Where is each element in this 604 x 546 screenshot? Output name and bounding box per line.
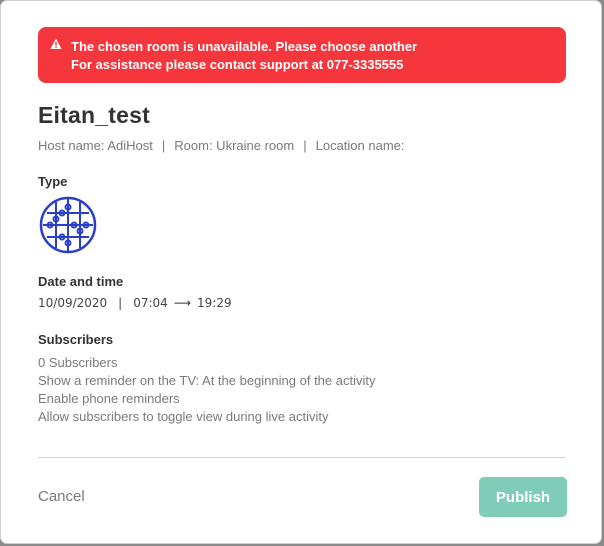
alert-message: The chosen room is unavailable. Please c… <box>71 39 418 54</box>
footer-divider <box>38 457 566 458</box>
activity-meta: Host name: AdiHost | Room: Ukraine room | Lo… <box>38 138 405 153</box>
room-name: Room: Ukraine room <box>174 138 295 153</box>
tv-reminder-setting: Show a reminder on the TV: At the beginn… <box>38 373 376 388</box>
meta-separator: | <box>303 138 307 153</box>
end-time: 19:29 <box>197 296 232 310</box>
phone-reminders-setting: Enable phone reminders <box>38 391 180 406</box>
alert-support-message: For assistance please contact support at… <box>71 57 404 72</box>
puzzle-globe-icon <box>39 196 97 254</box>
toggle-view-setting: Allow subscribers to toggle view during … <box>38 409 329 424</box>
warning-icon <box>50 38 62 49</box>
activity-summary-dialog: The chosen room is unavailable. Please c… <box>1 1 601 543</box>
date-time-value: 10/09/2020 | 07:04 ⟶ 19:29 <box>38 296 232 310</box>
meta-separator: | <box>161 138 166 153</box>
subscriber-count: 0 Subscribers <box>38 355 118 370</box>
activity-title: Eitan_test <box>38 102 150 128</box>
subscribers-details: 0 Subscribers Show a reminder on the TV:… <box>38 354 375 426</box>
error-alert: The chosen room is unavailable. Please c… <box>38 27 566 83</box>
start-time: 07:04 <box>133 296 168 310</box>
type-label: Type <box>38 174 68 189</box>
arrow-right-icon: ⟶ <box>173 296 192 310</box>
publish-button[interactable]: Publish <box>479 477 567 517</box>
date-separator: | <box>118 296 123 310</box>
host-name: Host name: AdiHost <box>38 138 153 153</box>
date-time-label: Date and time <box>38 274 124 289</box>
location-name: Location name: <box>315 138 405 153</box>
subscribers-label: Subscribers <box>38 332 114 347</box>
cancel-button[interactable]: Cancel <box>38 488 85 505</box>
activity-date: 10/09/2020 <box>38 296 108 310</box>
